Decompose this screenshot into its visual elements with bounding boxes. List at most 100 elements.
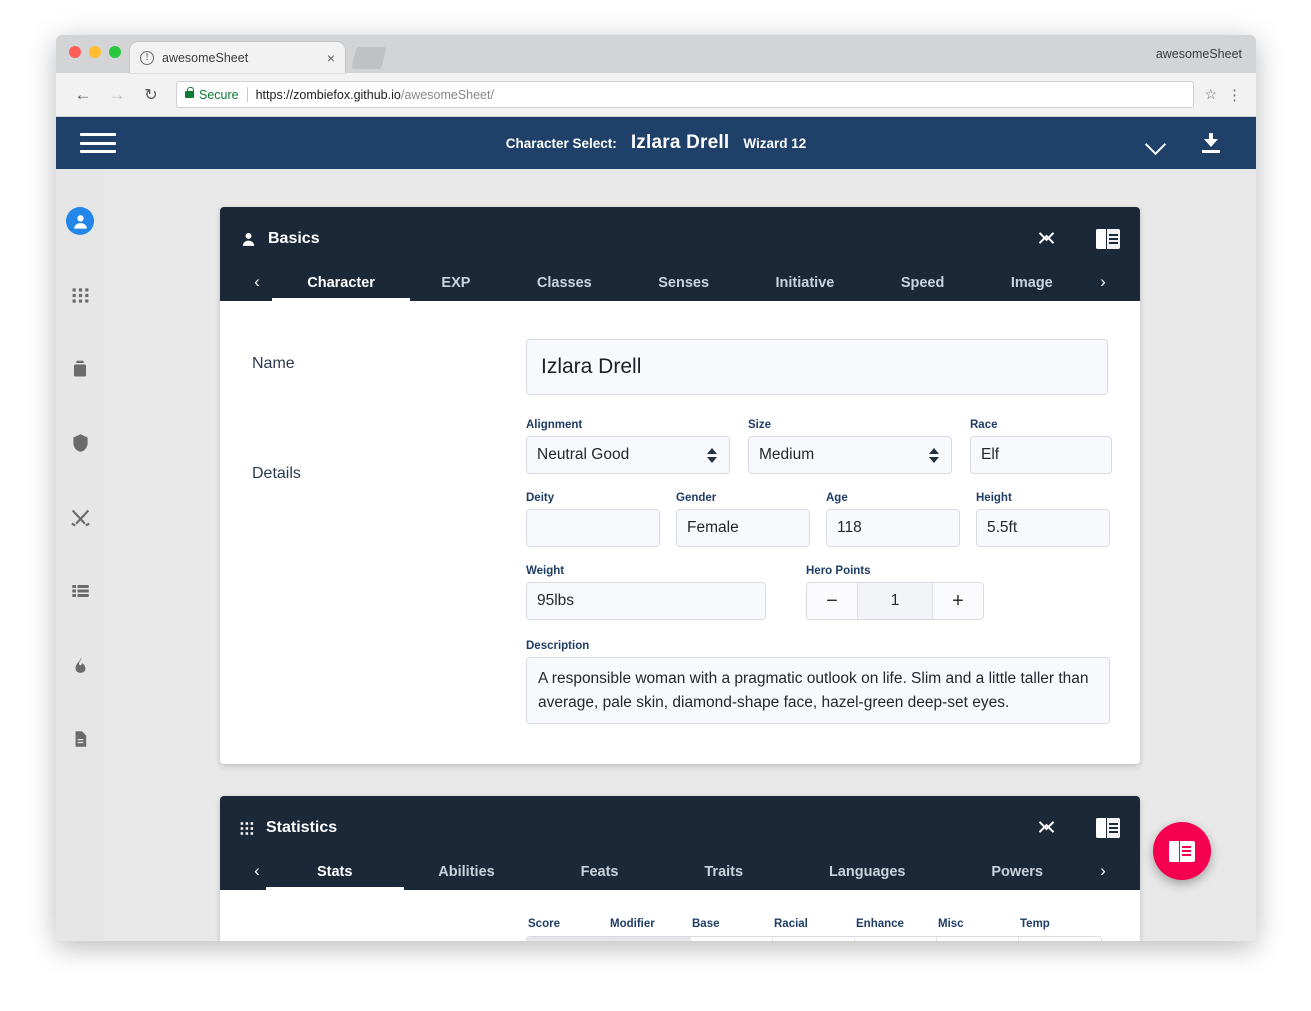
basics-card-header: Basics ‹ Character EXP Classes Senses In… xyxy=(220,207,1140,301)
character-select-group: Character Select: Izlara Drell Wizard 12 xyxy=(56,132,1256,154)
hero-points-stepper[interactable]: − 1 + xyxy=(806,582,984,620)
spinner-icon[interactable] xyxy=(929,447,939,463)
tab-stats[interactable]: Stats xyxy=(317,864,352,890)
book-panel-icon xyxy=(1169,840,1195,862)
tab-exp[interactable]: EXP xyxy=(441,275,470,301)
browser-tabstrip: ! awesomeSheet × awesomeSheet xyxy=(56,35,1256,73)
collapse-icon[interactable] xyxy=(1038,818,1054,838)
stat-racial-cell[interactable] xyxy=(773,937,855,941)
alignment-value: Neutral Good xyxy=(537,446,630,463)
close-window-button[interactable] xyxy=(69,46,81,58)
sidebar-item-equipment[interactable] xyxy=(66,355,94,383)
statistics-table-header: Score Modifier Base Racial Enhance Misc … xyxy=(252,918,1108,936)
weight-input[interactable]: 95lbs xyxy=(526,582,766,620)
address-bar[interactable]: Secure https://zombiefox.github.io /awes… xyxy=(176,81,1195,108)
maximize-window-button[interactable] xyxy=(109,46,121,58)
stat-modifier-cell xyxy=(609,937,691,941)
alignment-select[interactable]: Neutral Good xyxy=(526,436,730,474)
back-button[interactable]: ← xyxy=(70,82,96,108)
tab-image[interactable]: Image xyxy=(1011,275,1053,301)
tab-abilities[interactable]: Abilities xyxy=(438,864,494,890)
sidebar-item-inventory[interactable] xyxy=(66,577,94,605)
tab-feats[interactable]: Feats xyxy=(581,864,619,890)
description-textarea[interactable]: A responsible woman with a pragmatic out… xyxy=(526,657,1110,725)
tab-languages[interactable]: Languages xyxy=(829,864,906,890)
size-select[interactable]: Medium xyxy=(748,436,952,474)
column-header-score: Score xyxy=(528,918,560,931)
sidebar-item-spells[interactable] xyxy=(66,651,94,679)
details-row: Details Alignment Neutral Good Size Medi… xyxy=(252,419,1112,725)
close-icon[interactable]: × xyxy=(327,51,335,65)
description-label: Description xyxy=(526,640,590,652)
column-header-base: Base xyxy=(692,918,720,931)
tab-initiative[interactable]: Initiative xyxy=(776,275,835,301)
height-field: Height 5.5ft xyxy=(976,492,1110,547)
hero-points-decrement-button[interactable]: − xyxy=(807,583,857,619)
tab-powers[interactable]: Powers xyxy=(991,864,1043,890)
bookmark-star-icon[interactable]: ☆ xyxy=(1204,86,1217,103)
download-icon[interactable] xyxy=(1202,133,1220,153)
flame-icon xyxy=(75,657,85,673)
tab-speed[interactable]: Speed xyxy=(901,275,945,301)
column-header-enhance: Enhance xyxy=(856,918,904,931)
stat-misc-cell[interactable] xyxy=(937,937,1019,941)
stat-enhance-cell[interactable] xyxy=(855,937,937,941)
info-circle-icon: ! xyxy=(140,50,154,65)
sidebar-item-character[interactable] xyxy=(66,207,94,235)
browser-tab[interactable]: ! awesomeSheet × xyxy=(130,42,345,73)
age-field: Age 118 xyxy=(826,492,960,547)
tab-traits[interactable]: Traits xyxy=(704,864,743,890)
new-tab-button[interactable] xyxy=(351,47,387,69)
url-divider xyxy=(246,87,248,102)
spinner-icon[interactable] xyxy=(707,447,717,463)
sidebar-item-statistics[interactable] xyxy=(66,281,94,309)
details-row-label: Details xyxy=(252,465,301,482)
book-panel-icon[interactable] xyxy=(1096,818,1120,839)
tabs-prev-button[interactable]: ‹ xyxy=(240,263,274,301)
window-controls[interactable] xyxy=(69,46,121,58)
forward-button[interactable]: → xyxy=(104,82,130,108)
tabs-prev-button[interactable]: ‹ xyxy=(240,852,274,890)
stat-base-cell[interactable] xyxy=(691,937,773,941)
alignment-field: Alignment Neutral Good xyxy=(526,419,730,474)
bag-icon xyxy=(74,360,86,377)
height-input[interactable]: 5.5ft xyxy=(976,509,1110,547)
tab-classes[interactable]: Classes xyxy=(537,275,592,301)
size-field: Size Medium xyxy=(748,419,952,474)
chevron-down-icon[interactable] xyxy=(1146,137,1168,150)
name-row-label: Name xyxy=(252,355,295,372)
app-body: Basics ‹ Character EXP Classes Senses In… xyxy=(56,169,1256,941)
gender-input[interactable]: Female xyxy=(676,509,810,547)
hero-points-value[interactable]: 1 xyxy=(857,583,933,619)
reload-button[interactable]: ↻ xyxy=(138,82,164,108)
book-panel-icon[interactable] xyxy=(1096,229,1120,249)
secure-label: Secure xyxy=(199,87,239,102)
name-input[interactable]: Izlara Drell xyxy=(526,339,1108,395)
character-class-level: Wizard 12 xyxy=(743,136,807,151)
sidebar-item-combat[interactable] xyxy=(66,503,94,531)
deity-input[interactable] xyxy=(526,509,660,547)
gender-label: Gender xyxy=(676,492,717,504)
collapse-icon[interactable] xyxy=(1038,229,1054,249)
open-panel-fab[interactable] xyxy=(1153,822,1211,880)
browser-menu-icon[interactable]: ⋮ xyxy=(1227,86,1242,104)
name-row: Name Izlara Drell xyxy=(252,339,1108,395)
tab-senses[interactable]: Senses xyxy=(658,275,709,301)
url-domain: https://zombiefox.github.io xyxy=(255,87,401,102)
sidebar-item-defense[interactable] xyxy=(66,429,94,457)
tabs-next-button[interactable]: › xyxy=(1086,852,1120,890)
tab-character[interactable]: Character xyxy=(307,275,375,301)
deity-field: Deity xyxy=(526,492,660,547)
minimize-window-button[interactable] xyxy=(89,46,101,58)
race-input[interactable]: Elf xyxy=(970,436,1112,474)
sidebar-item-notes[interactable] xyxy=(66,725,94,753)
gender-field: Gender Female xyxy=(676,492,810,547)
main-content: Basics ‹ Character EXP Classes Senses In… xyxy=(104,169,1256,941)
grid-dots-icon xyxy=(72,287,88,303)
age-input[interactable]: 118 xyxy=(826,509,960,547)
hamburger-icon[interactable] xyxy=(80,130,116,156)
hero-points-increment-button[interactable]: + xyxy=(933,583,983,619)
tabs-next-button[interactable]: › xyxy=(1086,263,1120,301)
stat-temp-cell[interactable] xyxy=(1019,937,1101,941)
size-label: Size xyxy=(748,419,772,431)
